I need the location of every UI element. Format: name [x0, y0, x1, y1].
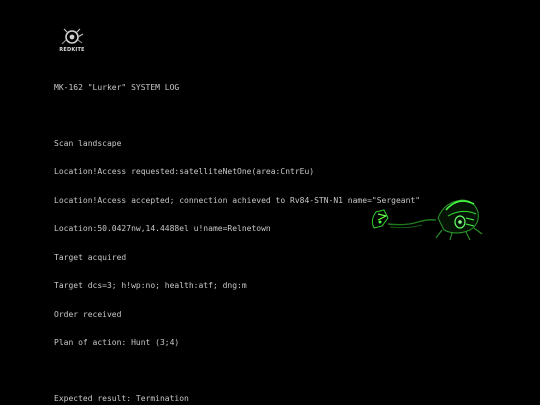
log-line: Target acquired: [54, 252, 127, 262]
log-line: Plan of action: Hunt (3;4): [54, 338, 180, 347]
system-log-screen: REDKITE MK-162 "Lurker" SYSTEM LOG Scan …: [0, 0, 540, 405]
log-line: Location!Access requested:satelliteNetOn…: [54, 167, 315, 176]
log-title: MK-162 "Lurker" SYSTEM LOG: [54, 83, 180, 92]
log-result: Expected result: Termination: [54, 393, 189, 403]
log-line: Scan landscape: [54, 138, 122, 148]
logo-text: REDKITE: [59, 47, 85, 53]
log-line: Target dcs=3; h!wp:no; health:atf; dng:m: [54, 281, 247, 290]
log-line: Order received: [54, 309, 122, 319]
lurker-robot-icon: [371, 199, 483, 240]
